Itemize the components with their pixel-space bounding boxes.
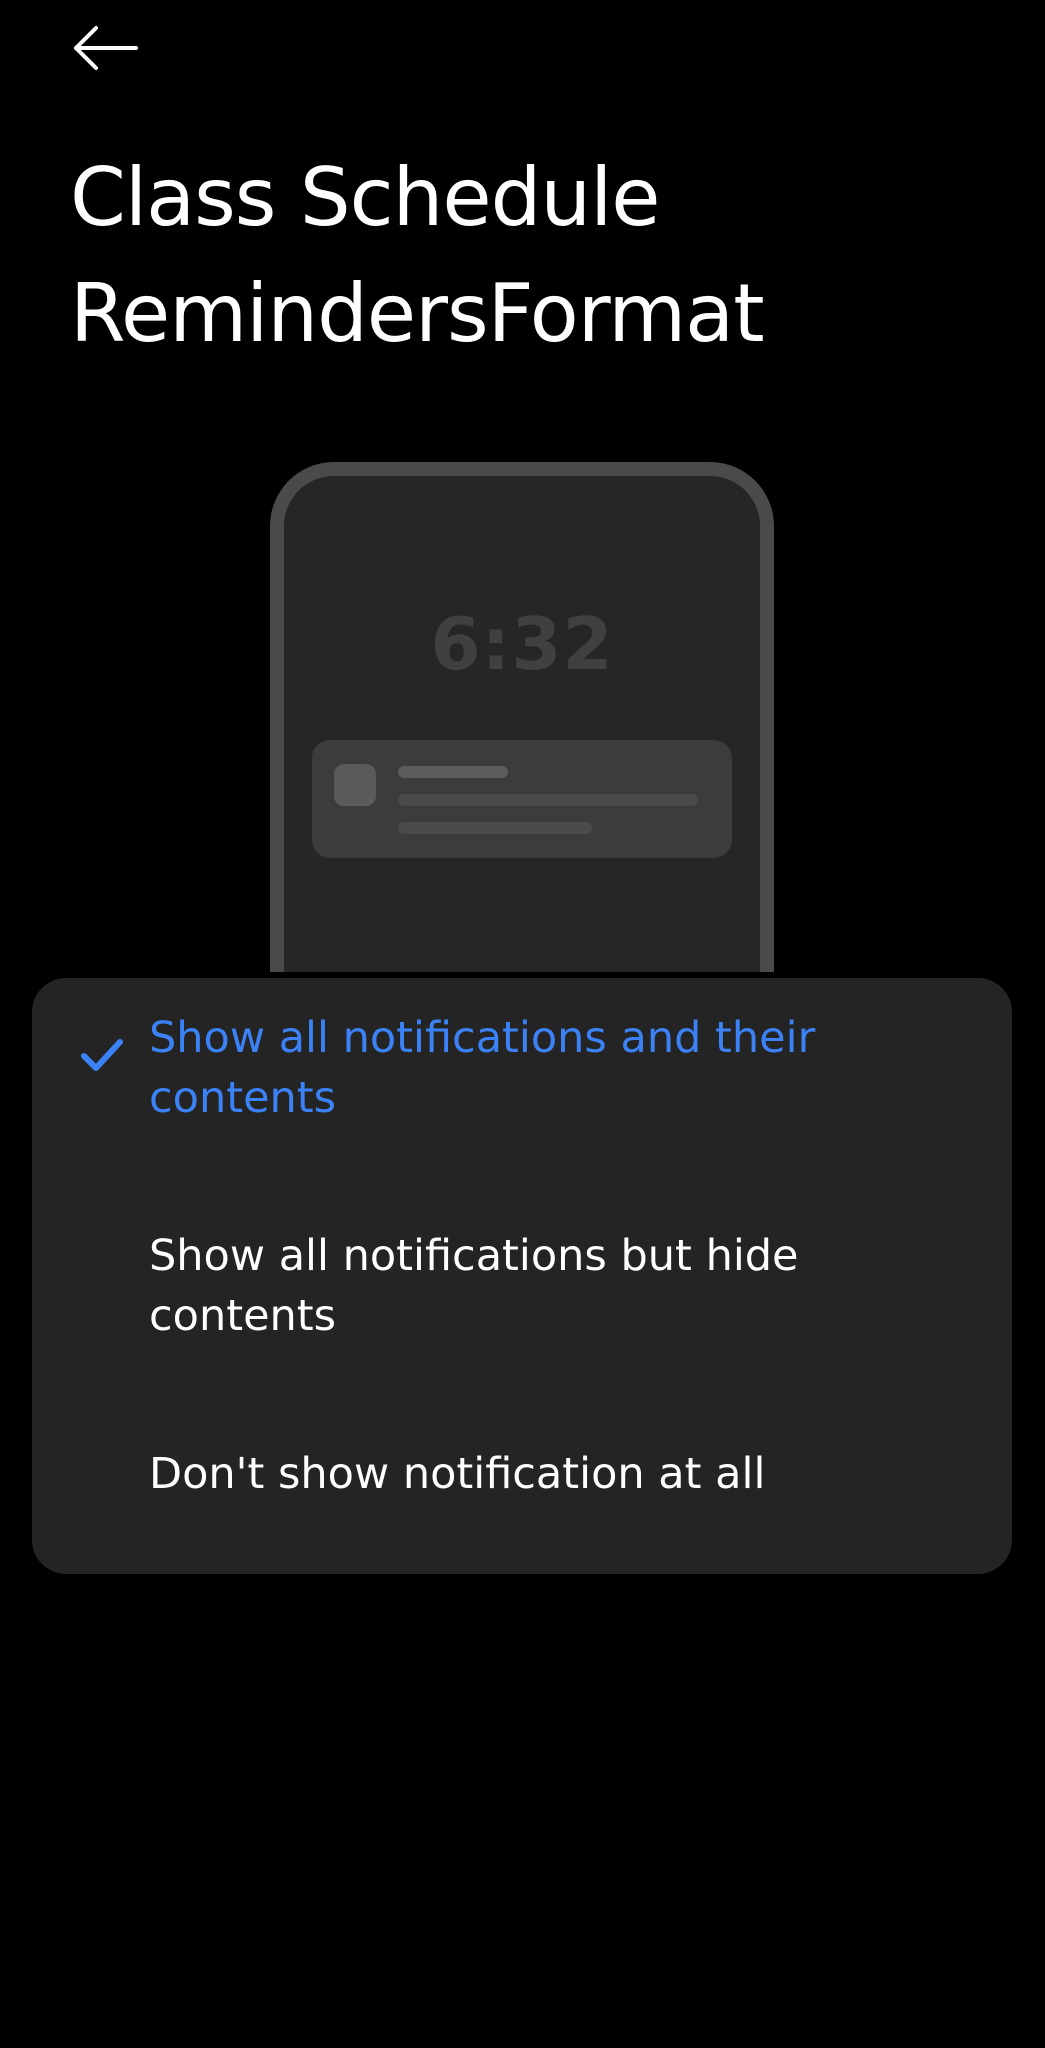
checkmark-icon bbox=[81, 1039, 123, 1071]
back-button[interactable] bbox=[60, 10, 150, 90]
preview-notification-text-placeholder bbox=[398, 794, 698, 806]
preview-app-icon bbox=[334, 764, 376, 806]
option-label: Show all notifications but hide contents bbox=[149, 1231, 799, 1341]
option-dont-show[interactable]: Don't show notification at all bbox=[32, 1444, 1012, 1544]
preview-notification-title-placeholder bbox=[398, 766, 508, 778]
page-title-line-2: RemindersFormat bbox=[70, 267, 765, 360]
arrow-left-icon bbox=[74, 26, 138, 70]
page-title-line-1: Class Schedule bbox=[70, 151, 661, 244]
option-label: Show all notifications and their content… bbox=[149, 1013, 816, 1123]
notification-format-options: Show all notifications and their content… bbox=[32, 978, 1012, 1574]
option-label: Don't show notification at all bbox=[149, 1449, 766, 1499]
preview-notification-text-placeholder bbox=[398, 822, 592, 834]
option-show-all-hide-contents[interactable]: Show all notifications but hide contents bbox=[32, 1226, 1012, 1386]
preview-notification-card bbox=[312, 740, 732, 858]
preview-clock: 6:32 bbox=[430, 602, 614, 686]
page-title: Class Schedule RemindersFormat bbox=[70, 140, 970, 372]
option-show-all-with-contents[interactable]: Show all notifications and their content… bbox=[32, 1008, 1012, 1168]
lock-screen-preview: 6:32 bbox=[270, 462, 774, 972]
